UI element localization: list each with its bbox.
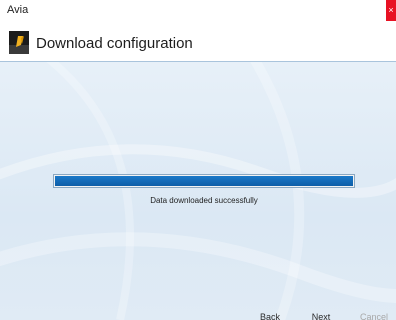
page-header: Download configuration	[0, 23, 396, 62]
title-bar: Avia ×	[0, 0, 396, 23]
download-app-icon	[9, 31, 29, 54]
next-button[interactable]: Next	[306, 309, 336, 320]
window-title: Avia	[7, 4, 29, 16]
content-panel: Data downloaded successfully Back Next C…	[0, 62, 396, 320]
progress-fill	[55, 176, 353, 186]
download-progress-bar	[53, 174, 355, 188]
page-title: Download configuration	[36, 35, 193, 52]
background-pattern	[0, 62, 396, 320]
cancel-button[interactable]: Cancel	[356, 309, 392, 320]
installer-window: Avia × Download configuration Data downl…	[0, 0, 396, 320]
status-message: Data downloaded successfully	[150, 196, 258, 205]
back-button[interactable]: Back	[255, 309, 285, 320]
close-button[interactable]: ×	[386, 0, 396, 21]
